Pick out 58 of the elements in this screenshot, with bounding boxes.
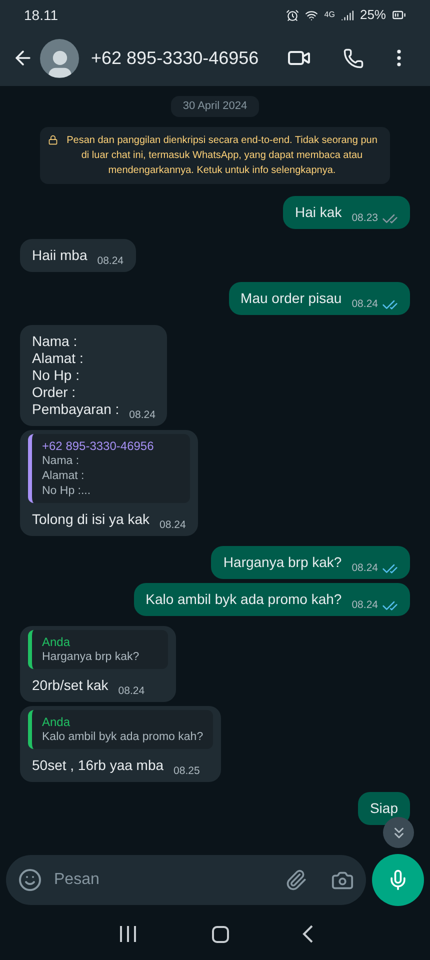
message-time: 08.24 <box>352 296 378 312</box>
quote-author: +62 895-3330-46956 <box>42 438 155 454</box>
phone-icon[interactable] <box>343 48 364 68</box>
home-button[interactable] <box>212 926 230 942</box>
voice-record-button[interactable] <box>372 854 424 906</box>
message-time: 08.23 <box>352 210 378 226</box>
message-bubble[interactable]: Nama : Alamat : No Hp : Order : Pembayaran : 08.24 <box>20 324 168 426</box>
notice-text: Pesan dan panggilan dienkripsi secara end-to-end. Tidak seorang pun di luar chat ini, termasuk WhatsApp, yang dapat membaca atau mendengarkannya. Ketuk untuk info selengkapnya. <box>66 134 378 178</box>
message-field[interactable]: Pesan <box>54 868 285 892</box>
back-nav-button[interactable] <box>302 924 314 944</box>
message-text: 50set , 16rb yaa mba <box>32 756 164 775</box>
quoted-message[interactable]: +62 895-3330-46956 Nama : Alamat : No Hp :... <box>28 434 190 502</box>
signal-icon <box>340 8 354 22</box>
emoji-icon[interactable] <box>18 868 42 892</box>
avatar[interactable] <box>40 38 79 78</box>
message-time: 08.25 <box>174 764 200 779</box>
message-text: Tolong di isi ya kak <box>32 510 150 529</box>
date-chip: 30 April 2024 <box>170 96 260 116</box>
message-bubble[interactable]: Anda Harganya brp kak? 20rb/set kak 08.24 <box>20 626 176 702</box>
quote-text: Kalo ambil byk ada promo kah? <box>42 730 204 744</box>
message-text: Hai kak <box>295 202 342 222</box>
message-text: Kalo ambil byk ada promo kah? <box>146 590 342 609</box>
quoted-message[interactable]: Anda Harganya brp kak? <box>28 630 168 668</box>
message-bubble[interactable]: Mau order pisau 08.24 <box>228 282 410 314</box>
message-text: Mau order pisau <box>240 288 342 308</box>
message-bubble[interactable]: +62 895-3330-46956 Nama : Alamat : No Hp :... Tolong di isi ya kak 08.24 <box>20 430 198 536</box>
attach-icon[interactable] <box>285 869 307 891</box>
message-text: Nama : Alamat : No Hp : Order : Pembayaran : <box>32 332 120 419</box>
message-bubble[interactable]: Hai kak 08.23 <box>283 196 410 228</box>
message-input[interactable]: Pesan <box>6 855 366 905</box>
message-text: Haii mba <box>32 246 88 264</box>
quote-text: Nama : Alamat : No Hp :... <box>42 454 92 498</box>
message-text: Siap <box>370 798 398 818</box>
quote-author: Anda <box>42 714 72 730</box>
message-time: 08.24 <box>352 560 378 576</box>
alarm-icon <box>286 8 300 22</box>
message-time: 08.24 <box>97 254 124 269</box>
message-time: 08.24 <box>160 518 186 533</box>
clock-time: 18.11 <box>24 6 58 24</box>
quote-text: Harganya brp kak? <box>42 650 140 664</box>
message-bubble[interactable]: Harganya brp kak? 08.24 <box>211 546 410 578</box>
message-time: 08.24 <box>352 598 378 613</box>
message-text: Harganya brp kak? <box>223 552 342 572</box>
message-time: 08.24 <box>129 408 156 423</box>
message-bubble[interactable]: Haii mba 08.24 <box>20 238 136 272</box>
battery-percent: 25% <box>360 6 386 24</box>
message-bubble[interactable]: Kalo ambil byk ada promo kah? 08.24 <box>134 582 410 616</box>
message-bubble[interactable]: Anda Kalo ambil byk ada promo kah? 50set , 16rb yaa mba 08.25 <box>20 706 222 782</box>
scroll-down-button[interactable] <box>383 817 414 848</box>
quoted-message[interactable]: Anda Kalo ambil byk ada promo kah? <box>28 710 214 748</box>
message-bubble[interactable]: Siap <box>358 792 410 824</box>
message-text: 20rb/set kak <box>32 676 108 694</box>
lock-icon <box>48 134 58 144</box>
network-type: 4G <box>324 11 335 19</box>
message-time: 08.24 <box>118 684 145 699</box>
encryption-notice[interactable]: Pesan dan panggilan dienkripsi secara end-to-end. Tidak seorang pun di luar chat ini, termasuk WhatsApp, yang dapat membaca atau mendengarkannya. Ketuk untuk info selengkapnya. <box>40 126 390 184</box>
quote-author: Anda <box>42 634 72 650</box>
battery-icon <box>392 8 406 22</box>
